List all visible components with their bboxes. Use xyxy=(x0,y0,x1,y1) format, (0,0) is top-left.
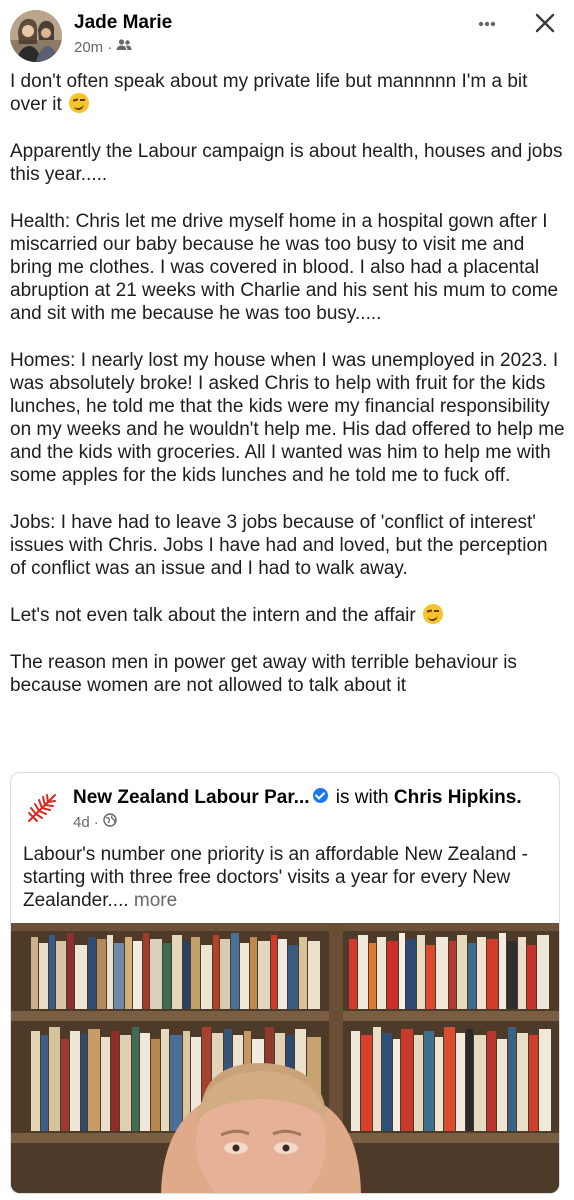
post-meta: 20m · xyxy=(74,38,132,56)
shared-meta: 4d · xyxy=(73,813,117,831)
post-time[interactable]: 20m xyxy=(74,39,103,56)
author-avatar[interactable] xyxy=(10,10,62,62)
post-body: I don't often speak about my private lif… xyxy=(10,70,566,721)
post-header: Jade Marie 20m · xyxy=(0,0,574,66)
shared-header-line: New Zealand Labour Par... is with Chris … xyxy=(73,787,522,809)
grinning-squinting-face-icon xyxy=(69,93,90,113)
post-paragraph: The reason men in power get away with te… xyxy=(10,652,517,696)
verified-badge-icon xyxy=(312,788,328,803)
close-icon xyxy=(535,13,555,33)
post-paragraph: Let's not even talk about the intern and… xyxy=(10,604,566,627)
shared-time[interactable]: 4d xyxy=(73,814,90,831)
see-more-link[interactable]: more xyxy=(134,890,177,911)
post-paragraph: I don't often speak about my private lif… xyxy=(10,71,528,115)
labour-fern-logo[interactable] xyxy=(21,787,63,829)
friends-icon xyxy=(116,38,132,56)
more-dots-icon xyxy=(478,21,496,27)
grinning-squinting-face-icon xyxy=(423,604,444,624)
post-paragraph: Homes: I nearly lost my house when I was… xyxy=(10,350,565,486)
shared-text: Labour's number one priority is an affor… xyxy=(23,844,528,911)
globe-icon xyxy=(102,813,117,831)
meta-separator: · xyxy=(93,813,99,831)
close-button[interactable] xyxy=(530,8,560,38)
more-options-button[interactable] xyxy=(472,14,502,34)
post-paragraph: Health: Chris let me drive myself home i… xyxy=(10,211,559,324)
meta-separator: · xyxy=(107,38,113,56)
post-paragraph: Jobs: I have had to leave 3 jobs because… xyxy=(10,512,548,579)
shared-photo[interactable] xyxy=(11,923,559,1193)
post-paragraph: Apparently the Labour campaign is about … xyxy=(10,141,563,185)
with-text: is with xyxy=(335,787,389,808)
author-name[interactable]: Jade Marie xyxy=(74,12,172,34)
tagged-person[interactable]: Chris Hipkins. xyxy=(394,787,522,808)
shared-post-card[interactable]: New Zealand Labour Par... is with Chris … xyxy=(10,772,560,1194)
page-name[interactable]: New Zealand Labour Par... xyxy=(73,787,310,808)
